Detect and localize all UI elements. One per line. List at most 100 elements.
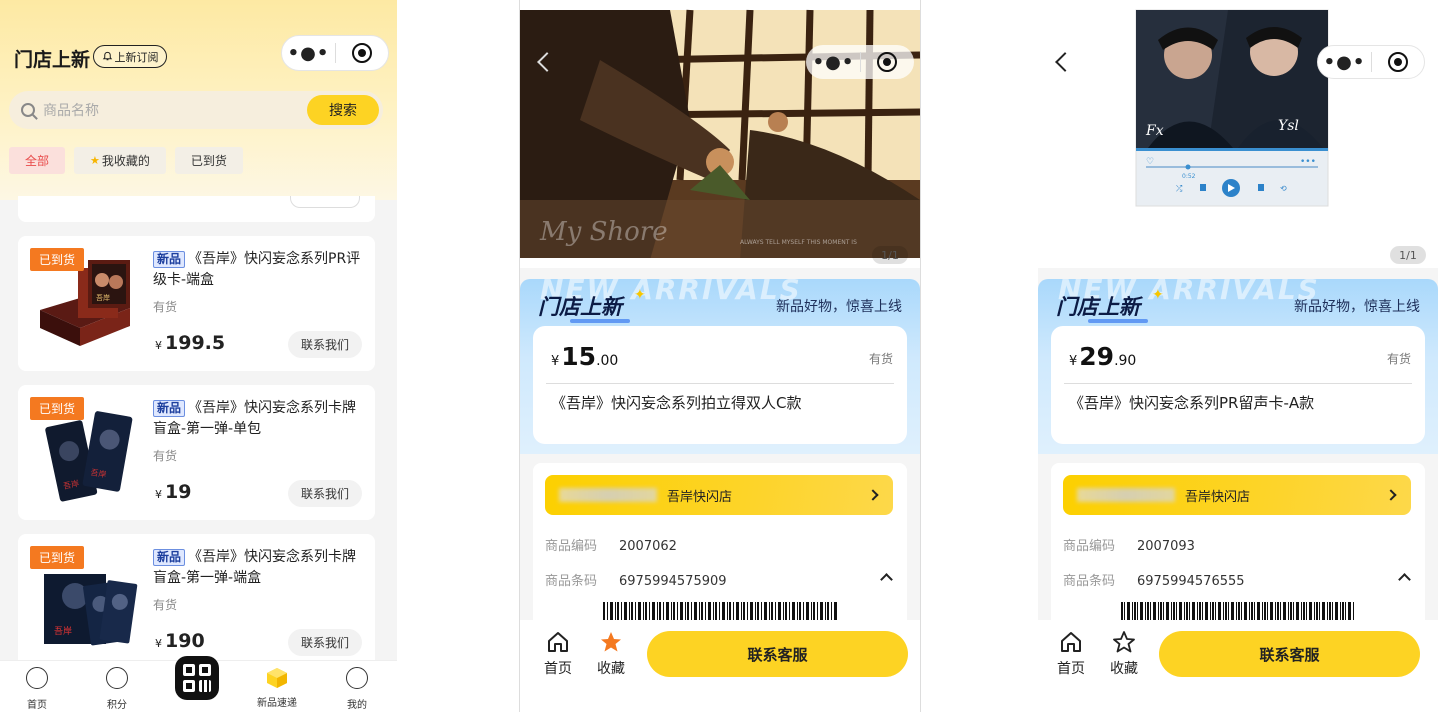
currency-symbol: ¥ (155, 637, 162, 650)
product-card[interactable]: 已到货 吾岸 新品 《吾岸》快闪妄念系列PR评级卡-端盒 有货 ¥199.5 联系… (18, 236, 375, 371)
svg-text:⟲: ⟲ (1280, 184, 1287, 193)
filter-chips: 全部 ★ 我收藏的 已到货 (9, 147, 243, 174)
product-hero-image: My Shore ALWAYS TELL MYSELF THIS MOMENT … (520, 0, 920, 268)
new-tag: 新品 (153, 400, 186, 417)
favorite-button[interactable]: 收藏 (591, 630, 631, 678)
home-button[interactable]: 首页 (538, 630, 578, 678)
star-filled-icon (601, 632, 621, 652)
currency-symbol: ¥ (155, 339, 162, 352)
star-icon: ★ (90, 154, 100, 167)
barcode-label: 商品条码 (1063, 574, 1116, 589)
favorite-label: 收藏 (597, 661, 625, 677)
tab-home[interactable]: 首页 (7, 661, 67, 712)
price-integer: 29 (1079, 342, 1115, 371)
contact-service-button[interactable]: 联系客服 (1159, 631, 1420, 677)
tab-mine[interactable]: 我的 (327, 661, 387, 712)
search-bar: 商品名称 搜索 (9, 91, 383, 129)
favorite-button[interactable]: 收藏 (1104, 630, 1144, 678)
sparkle-icon: ✦ (634, 287, 646, 303)
contact-service-button[interactable]: 联系客服 (647, 631, 908, 677)
product-photo: Fx Ysl ♡ ••• 0:52 ⤮ ⟲ (1038, 0, 1438, 268)
bell-icon (102, 51, 112, 61)
image-counter: 1/1 (872, 246, 908, 264)
price-decimal: .00 (596, 353, 619, 369)
product-code-row: 商品编码 2007062 (545, 535, 677, 554)
new-arrivals-banner: NEW ARRIVALS 门店上新 ✦ 新品好物，惊喜上线 ¥29.90 有货 … (1038, 279, 1438, 454)
filter-favorites[interactable]: ★ 我收藏的 (74, 147, 166, 174)
store-new-arrivals-list-screen: 门店上新 上新订阅 •●• 商品名称 搜索 全部 ★ 我收藏的 已到货 已到货 吾… (0, 0, 397, 712)
stock-status: 有货 (868, 352, 893, 366)
price-decimal: .90 (1114, 353, 1137, 369)
close-miniprogram-button[interactable] (861, 52, 913, 72)
contact-us-button[interactable]: 联系我们 (288, 331, 362, 358)
product-code-label: 商品编码 (545, 539, 598, 554)
product-code-label: 商品编码 (1063, 539, 1116, 554)
target-icon (1387, 52, 1408, 72)
price-value: 190 (165, 630, 205, 652)
search-input[interactable]: 商品名称 (43, 100, 307, 120)
contact-button-partial[interactable] (290, 196, 360, 208)
chevron-right-icon (1385, 489, 1397, 501)
sparkle-icon: ✦ (1152, 287, 1164, 303)
product-price: ¥199.5 (155, 332, 225, 354)
stock-status: 有货 (153, 598, 178, 612)
product-card[interactable]: 已到货 吾岸 吾岸 新品 《吾岸》快闪妄念系列卡牌盲盒-第一弹-单包 有货 ¥19… (18, 385, 375, 520)
more-icon[interactable]: •●• (807, 52, 860, 73)
filter-all[interactable]: 全部 (9, 147, 66, 174)
subscribe-button[interactable]: 上新订阅 (93, 45, 167, 68)
banner-slogan: 新品好物，惊喜上线 (776, 299, 902, 315)
bottom-action-bar: 首页 收藏 联系客服 (1038, 620, 1438, 712)
price-value: 199.5 (165, 332, 226, 354)
home-label: 首页 (544, 661, 572, 677)
filter-arrived[interactable]: 已到货 (174, 147, 243, 174)
image-counter: 1/1 (1390, 246, 1426, 264)
more-icon[interactable]: •●• (1318, 52, 1371, 73)
blurred-address (559, 488, 657, 502)
contact-us-button[interactable]: 联系我们 (288, 480, 362, 507)
subscribe-label: 上新订阅 (114, 50, 159, 64)
product-price: ¥19 (155, 481, 191, 503)
home-button[interactable]: 首页 (1051, 630, 1091, 678)
collapse-chevron-icon[interactable] (1398, 573, 1411, 586)
svg-text:吾岸: 吾岸 (54, 626, 72, 637)
product-photo: My Shore ALWAYS TELL MYSELF THIS MOMENT … (520, 0, 920, 268)
stock-status: 有货 (153, 300, 178, 314)
product-name: 《吾岸》快闪妄念系列拍立得双人C款 (551, 394, 802, 412)
svg-text:⤮: ⤮ (1176, 184, 1183, 193)
search-button[interactable]: 搜索 (307, 95, 379, 125)
target-icon (351, 43, 372, 63)
contact-us-button[interactable]: 联系我们 (288, 629, 362, 656)
new-tag: 新品 (153, 549, 186, 566)
product-price: ¥15.00 (551, 342, 618, 371)
arrived-badge: 已到货 (30, 248, 84, 271)
page-title: 门店上新 (14, 49, 91, 71)
miniprogram-capsule: •●• (1317, 45, 1425, 79)
store-link[interactable]: 吾岸快闪店 (545, 475, 893, 515)
player-time: 0:52 (1182, 173, 1196, 180)
barcode-label: 商品条码 (545, 574, 598, 589)
currency-symbol: ¥ (155, 488, 162, 501)
profile-icon (346, 667, 368, 689)
tab-points[interactable]: 积分 (87, 661, 147, 712)
currency-symbol: ¥ (551, 354, 560, 369)
blurred-address (1077, 488, 1175, 502)
tab-mine-label: 我的 (347, 700, 367, 711)
collapse-chevron-icon[interactable] (880, 573, 893, 586)
product-name: 《吾岸》快闪妄念系列PR留声卡-A款 (1069, 394, 1315, 412)
svg-text:•••: ••• (1300, 157, 1316, 167)
more-icon[interactable]: •●• (282, 43, 335, 64)
close-miniprogram-button[interactable] (1372, 52, 1424, 72)
product-card-partial (18, 196, 375, 222)
product-name: 新品 《吾岸》快闪妄念系列卡牌盲盒-第一弹-单包 (153, 398, 363, 440)
close-miniprogram-button[interactable] (336, 43, 388, 63)
home-icon (26, 667, 48, 689)
store-link[interactable]: 吾岸快闪店 (1063, 475, 1411, 515)
banner-title: 门店上新 (1056, 291, 1148, 323)
barcode-row: 商品条码 6975994575909 (545, 570, 727, 589)
barcode-value: 6975994576555 (1137, 574, 1245, 589)
product-card[interactable]: 已到货 吾岸 新品 《吾岸》快闪妄念系列卡牌盲盒-第一弹-端盒 有货 ¥190 联… (18, 534, 375, 669)
qr-code-button[interactable] (175, 656, 219, 700)
tab-new-arrivals[interactable]: 新品速递 (247, 661, 307, 712)
cube-icon (267, 668, 287, 688)
svg-text:My Shore: My Shore (539, 217, 668, 247)
